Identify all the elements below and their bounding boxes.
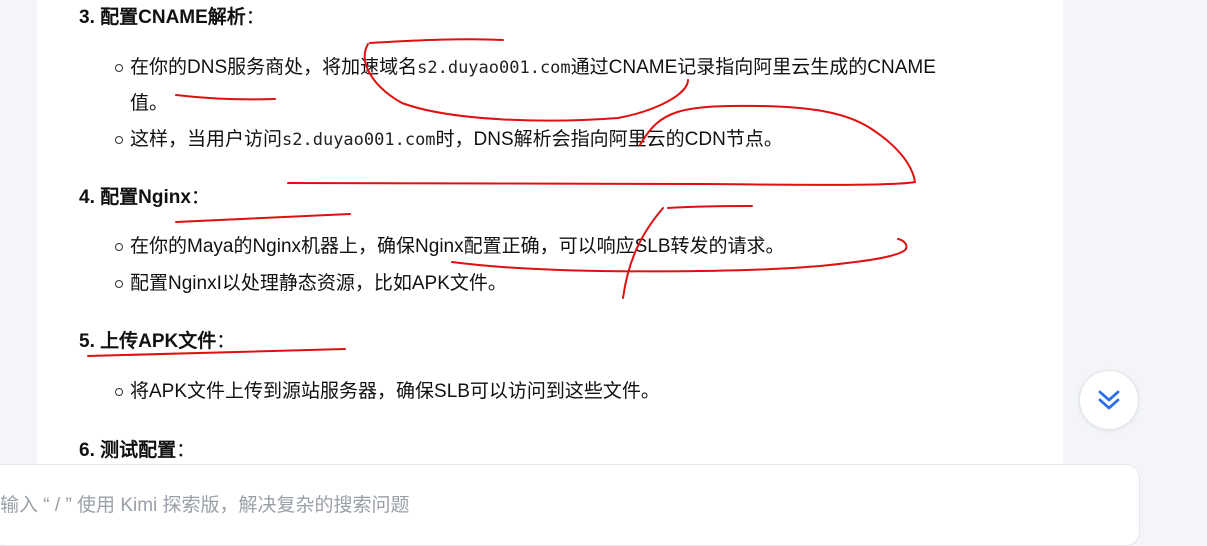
- bullet-icon: [111, 382, 127, 402]
- section-title: 3. 配置CNAME解析：: [79, 7, 265, 28]
- answer-content: 3. 配置CNAME解析： 在你的DNS服务商处，将加速域名s2.duyao00…: [37, 0, 1063, 470]
- list-item: 配置NginxI以处理静态资源，比如APK文件。: [130, 273, 507, 294]
- list-item: 在你的DNS服务商处，将加速域名s2.duyao001.com通过CNAME记录…: [130, 57, 936, 78]
- scroll-to-bottom-button[interactable]: [1079, 370, 1139, 430]
- list-item: 这样，当用户访问s2.duyao001.com时，DNS解析会指向阿里云的CDN…: [130, 129, 783, 150]
- bullet-icon: [111, 130, 127, 150]
- section-title: 4. 配置Nginx：: [79, 187, 210, 208]
- bullet-icon: [111, 58, 127, 78]
- bullet-icon: [111, 237, 127, 257]
- chevron-double-down-icon: [1098, 390, 1120, 410]
- list-item: 将APK文件上传到源站服务器，确保SLB可以访问到这些文件。: [130, 381, 660, 402]
- section-title: 5. 上传APK文件：: [79, 331, 236, 352]
- left-gutter: [0, 0, 37, 528]
- bullet-icon: [111, 274, 127, 294]
- list-item-continued: 值。: [130, 93, 169, 114]
- chat-input-placeholder[interactable]: 输入 “ / ” 使用 Kimi 探索版，解决复杂的搜索问题: [0, 490, 410, 517]
- list-item: 在你的Maya的Nginx机器上，确保Nginx配置正确，可以响应SLB转发的请…: [130, 236, 785, 257]
- section-title: 6. 测试配置：: [79, 440, 196, 461]
